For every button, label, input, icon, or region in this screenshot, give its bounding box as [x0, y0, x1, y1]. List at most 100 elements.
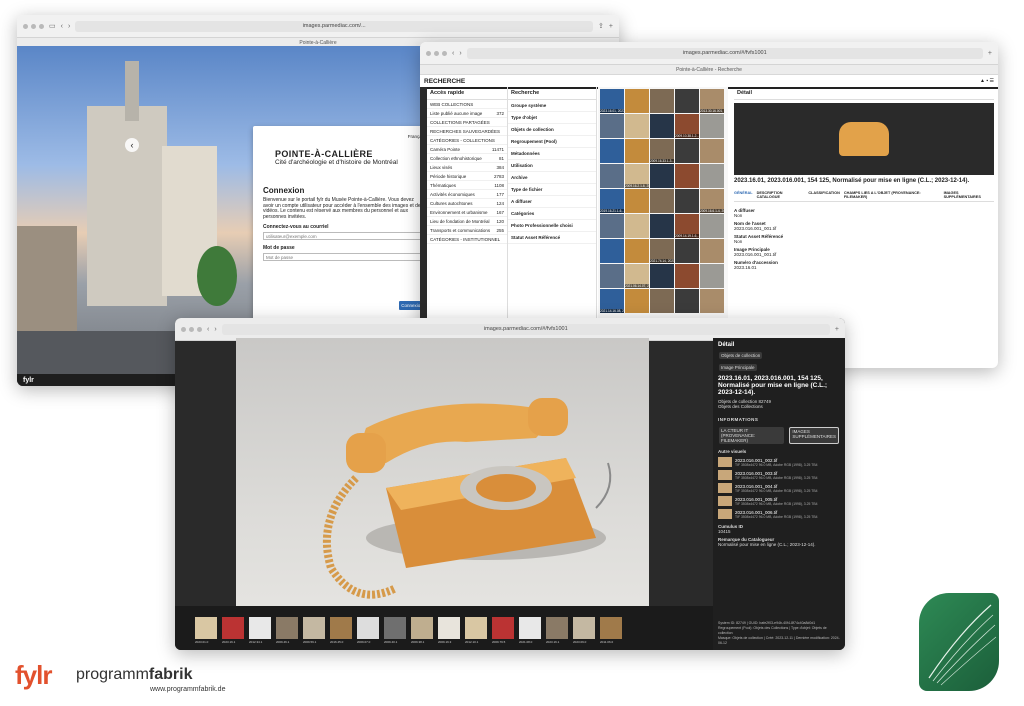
strip-thumbnail[interactable]: 2023.16.1	[546, 617, 568, 644]
result-thumbnail[interactable]: 2021.06.14.07, 20...	[625, 264, 649, 288]
filter-item[interactable]: Type de fichier	[508, 184, 596, 196]
result-thumbnail[interactable]: 2009.16.2.1-6, 20...	[625, 164, 649, 188]
result-thumbnail[interactable]	[700, 264, 724, 288]
file-thumbnail[interactable]	[718, 457, 732, 467]
result-thumbnail[interactable]	[625, 214, 649, 238]
password-field[interactable]	[263, 253, 425, 261]
result-thumbnail[interactable]	[675, 289, 699, 313]
quick-access-item[interactable]: Caméra Pointe 11471	[427, 145, 507, 154]
filter-item[interactable]: Groupe système	[508, 100, 596, 112]
result-thumbnail[interactable]	[700, 114, 724, 138]
result-thumbnail[interactable]: 2009.10.38.1-2...	[675, 114, 699, 138]
tab-provenance[interactable]: LA CTEUR IT (PROVENANCE: FILEMAKER)	[719, 427, 785, 444]
result-thumbnail[interactable]	[625, 114, 649, 138]
address-bar[interactable]: images.parmediac.com/...	[75, 20, 594, 32]
file-thumbnail[interactable]	[718, 470, 732, 480]
result-thumbnail[interactable]	[700, 164, 724, 188]
result-thumbnail[interactable]	[600, 239, 624, 263]
detail-tab[interactable]: GÉNÉRAL	[734, 191, 753, 199]
result-thumbnail[interactable]	[625, 289, 649, 313]
result-thumbnail[interactable]: 2021.74.14, 2021...	[650, 239, 674, 263]
result-thumbnail[interactable]	[650, 114, 674, 138]
result-thumbnail[interactable]	[700, 239, 724, 263]
result-thumbnail[interactable]	[625, 89, 649, 113]
strip-thumbnail[interactable]: 2023.01.0	[195, 617, 217, 644]
file-row[interactable]: 2023.016.001_006.tif TIF 3508x4472 96.0 M…	[718, 509, 840, 519]
result-thumbnail[interactable]	[675, 89, 699, 113]
quick-access-item[interactable]: Lieu de fondation de Montréal 120	[427, 217, 507, 226]
result-thumbnail[interactable]	[675, 239, 699, 263]
file-row[interactable]: 2023.016.001_004.tif TIF 3508x4472 96.0 M…	[718, 483, 840, 493]
file-row[interactable]: 2023.016.001_005.tif TIF 3508x4472 96.0 M…	[718, 496, 840, 506]
detail-tab[interactable]: DESCRIPTION CATALOGUE	[757, 191, 805, 199]
result-thumbnail[interactable]	[650, 189, 674, 213]
strip-thumbnail[interactable]: 2009.07.0	[357, 617, 379, 644]
detail-tab[interactable]: CHAMPS LIES A L'OBJET (PROVENANCE: FILEM…	[844, 191, 940, 199]
result-thumbnail[interactable]	[650, 264, 674, 288]
result-thumbnail[interactable]	[600, 164, 624, 188]
result-thumbnail[interactable]	[600, 139, 624, 163]
quick-access-item[interactable]: WEB COLLECTIONS	[427, 100, 507, 109]
strip-thumbnail[interactable]: 2009.79.5	[492, 617, 514, 644]
address-bar[interactable]: images.parmediac.com/#/fvfs1001	[221, 323, 830, 335]
image-viewer[interactable]	[236, 338, 649, 624]
forward-icon[interactable]: ›	[68, 23, 70, 30]
language-select[interactable]: Français	[263, 134, 425, 139]
strip-thumbnail[interactable]: 2009.38.1	[411, 617, 433, 644]
forward-icon[interactable]: ›	[459, 50, 461, 57]
result-thumbnail[interactable]: 2021.14.16.08, 20...	[600, 289, 624, 313]
quick-access-item[interactable]: Transports et communications 255	[427, 226, 507, 235]
result-thumbnail[interactable]	[600, 114, 624, 138]
quick-access-item[interactable]: Lieux visés 384	[427, 163, 507, 172]
strip-thumbnail[interactable]: 2023.16.1	[222, 617, 244, 644]
result-thumbnail[interactable]	[600, 214, 624, 238]
window-controls[interactable]	[426, 50, 447, 56]
quick-access-item[interactable]: Environnement et urbanisme 167	[427, 208, 507, 217]
file-thumbnail[interactable]	[718, 483, 732, 493]
back-icon[interactable]: ‹	[452, 50, 454, 57]
result-thumbnail[interactable]	[700, 214, 724, 238]
file-thumbnail[interactable]	[718, 509, 732, 519]
result-thumbnail[interactable]	[625, 139, 649, 163]
filter-item[interactable]: Type d'objet	[508, 112, 596, 124]
result-thumbnail[interactable]: 2013.30.16.001, 2013...	[700, 89, 724, 113]
back-icon[interactable]: ‹	[61, 23, 63, 30]
strip-thumbnail[interactable]: 2009.16.3	[438, 617, 460, 644]
quick-access-item[interactable]: CATÉGORIES - COLLECTIONS	[427, 136, 507, 145]
result-thumbnail[interactable]	[675, 189, 699, 213]
strip-thumbnail[interactable]: 2023.09.0	[573, 617, 595, 644]
result-thumbnail[interactable]: 2009.16.33.1-3...	[650, 139, 674, 163]
detail-preview[interactable]	[734, 103, 994, 175]
file-row[interactable]: 2023.016.001_003.tif TIF 3508x4472 96.0 M…	[718, 470, 840, 480]
new-tab-icon[interactable]: +	[988, 50, 992, 57]
quick-access-item[interactable]: Période historique 2783	[427, 172, 507, 181]
strip-thumbnail[interactable]: 2009.40.1	[384, 617, 406, 644]
quick-access-item[interactable]: Liste publié aucune image 372	[427, 109, 507, 118]
result-thumbnail[interactable]: 2023.16.01, 2023.016.001,	[600, 89, 624, 113]
detail-tab[interactable]: CLASSIFICATION	[808, 191, 840, 199]
result-thumbnail[interactable]	[700, 289, 724, 313]
filter-item[interactable]: Catégories	[508, 208, 596, 220]
filter-item[interactable]: Utilisation	[508, 160, 596, 172]
strip-thumbnail[interactable]: 2021.08.0	[519, 617, 541, 644]
result-thumbnail[interactable]	[650, 164, 674, 188]
file-thumbnail[interactable]	[718, 496, 732, 506]
result-thumbnail[interactable]	[675, 139, 699, 163]
user-menu-icon[interactable]: ▲ ▪ ☰	[980, 78, 994, 84]
window-controls[interactable]	[181, 326, 202, 332]
file-row[interactable]: 2023.016.001_002.tif TIF 3508x4472 96.0 M…	[718, 457, 840, 467]
sidebar-icon[interactable]: ▭	[49, 22, 56, 30]
strip-thumbnail[interactable]: 2012.34.1	[249, 617, 271, 644]
strip-thumbnail[interactable]: 2016.45.0	[330, 617, 352, 644]
new-tab-icon[interactable]: +	[835, 326, 839, 333]
quick-access-item[interactable]: Thématiques 1108	[427, 181, 507, 190]
object-type-select[interactable]: Objets de collection	[719, 352, 763, 359]
result-thumbnail[interactable]	[625, 239, 649, 263]
tab-supplementary-images[interactable]: IMAGES SUPPLÉMENTAIRES	[789, 427, 839, 444]
quick-access-item[interactable]: RECHERCHES SAUVEGARDÉES	[427, 127, 507, 136]
result-thumbnail[interactable]	[600, 264, 624, 288]
filter-item[interactable]: Statut Asset Référencé	[508, 232, 596, 244]
share-icon[interactable]: ⇪	[598, 22, 604, 30]
strip-thumbnail[interactable]: 2009.59.1	[303, 617, 325, 644]
result-thumbnail[interactable]	[675, 164, 699, 188]
